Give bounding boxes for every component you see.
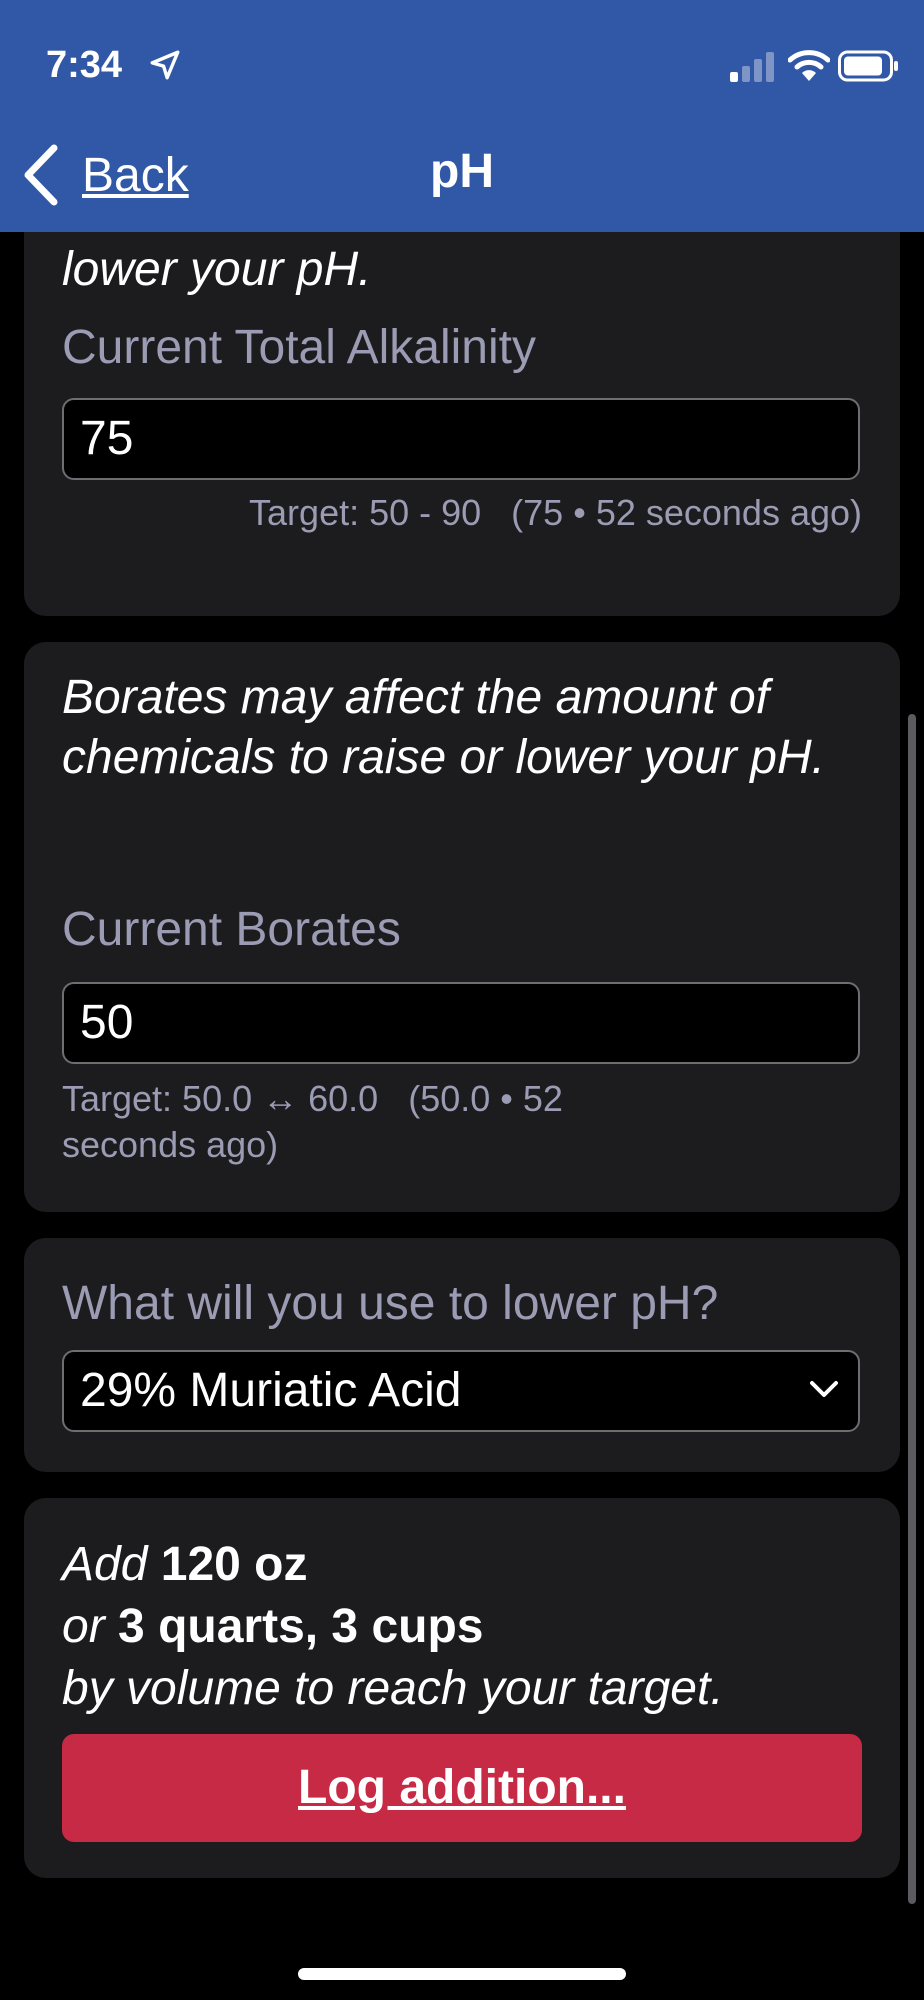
log-addition-button[interactable]: Log addition... bbox=[62, 1734, 862, 1842]
result-line-3: by volume to reach your target. bbox=[62, 1658, 724, 1720]
cellular-signal-icon bbox=[730, 52, 774, 82]
borates-label: Current Borates bbox=[62, 903, 401, 956]
alkalinity-intro: lower your pH. bbox=[62, 243, 372, 296]
alkalinity-input[interactable]: 75 bbox=[62, 398, 860, 480]
alkalinity-card: amount of chemicals to raise or lower yo… bbox=[24, 232, 900, 616]
result-alt-amount: 3 quarts, 3 cups bbox=[118, 1600, 484, 1653]
status-time: 7:34 bbox=[46, 44, 123, 86]
borates-input[interactable]: 50 bbox=[62, 982, 860, 1064]
borates-target-hint: Target: 50.0 ↔ 60.0 (50.0 • 52 seconds a… bbox=[62, 1078, 573, 1165]
borates-intro: Borates may affect the amount of chemica… bbox=[62, 671, 825, 784]
location-arrow-icon bbox=[150, 50, 180, 80]
result-line-2: or 3 quarts, 3 cups bbox=[62, 1596, 484, 1658]
alkalinity-target-hint: Target: 50 - 90 (75 • 52 seconds ago) bbox=[249, 492, 862, 533]
result-or-word: or bbox=[62, 1600, 105, 1653]
lower-ph-selected: 29% Muriatic Acid bbox=[80, 1364, 462, 1417]
wifi-icon bbox=[788, 50, 830, 81]
alkalinity-intro-cut: amount of chemicals to raise or bbox=[62, 232, 729, 240]
result-suffix: by volume to reach your target. bbox=[62, 1662, 724, 1715]
lower-ph-card: What will you use to lower pH? 29% Muria… bbox=[24, 1238, 900, 1472]
borates-card: Borates may affect the amount of chemica… bbox=[24, 642, 900, 1212]
status-bar: 7:34 bbox=[0, 0, 924, 120]
result-line-1: Add 120 oz bbox=[62, 1534, 308, 1596]
home-indicator[interactable] bbox=[298, 1968, 626, 1980]
scroll-content[interactable]: amount of chemicals to raise or lower yo… bbox=[0, 232, 924, 2000]
page-title: pH bbox=[430, 145, 494, 198]
scrollbar[interactable] bbox=[908, 714, 916, 1904]
result-add-word: Add bbox=[62, 1538, 148, 1591]
lower-ph-question: What will you use to lower pH? bbox=[62, 1277, 719, 1330]
result-amount: 120 oz bbox=[160, 1538, 308, 1591]
battery-icon bbox=[838, 50, 898, 82]
result-card: Add 120 oz or 3 quarts, 3 cups by volume… bbox=[24, 1498, 900, 1878]
alkalinity-label: Current Total Alkalinity bbox=[62, 321, 536, 374]
chevron-down-icon bbox=[810, 1381, 838, 1397]
lower-ph-select[interactable]: 29% Muriatic Acid bbox=[62, 1350, 860, 1432]
